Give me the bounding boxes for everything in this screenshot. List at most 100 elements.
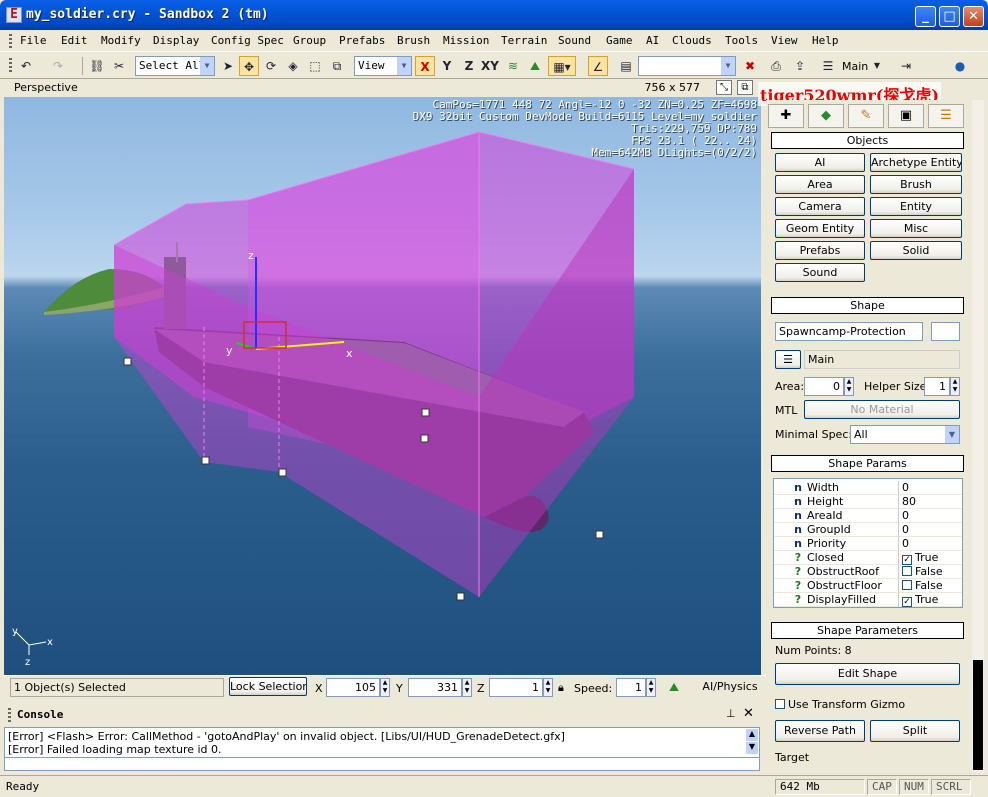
ai-physics-button[interactable]: AI/Physics [698,677,762,696]
split-button[interactable]: Split [870,720,960,742]
close-icon[interactable]: ✕ [743,706,754,721]
menu-ai[interactable]: AI [646,34,659,47]
param-value[interactable]: ✓ True [898,551,962,565]
object-button-geom-entity[interactable]: Geom Entity [775,219,865,238]
export-icon[interactable]: ⇪ [790,56,810,76]
select-terrain-icon[interactable]: ⬚ [305,56,325,76]
param-row-closed[interactable]: ? Closed ✓ True [774,551,962,565]
param-row-areaid[interactable]: n AreaId 0 [774,509,962,523]
param-row-displayfilled[interactable]: ? DisplayFilled ✓ True [774,593,962,607]
param-row-height[interactable]: n Height 80 [774,495,962,509]
menu-game[interactable]: Game [606,34,633,47]
layer-field[interactable]: Main [804,350,960,369]
delete-selection-icon[interactable]: ✖ [740,56,760,76]
shape-color-swatch[interactable] [931,322,960,341]
z-coord-spinner[interactable]: ▲ ▼ [543,678,553,697]
menu-tools[interactable]: Tools [725,34,758,47]
y-coord-input[interactable]: 331 [408,678,462,697]
menu-brush[interactable]: Brush [397,34,430,47]
checkbox[interactable] [902,566,912,576]
checkbox[interactable] [902,580,912,590]
angle-snap-icon[interactable]: ∠ [588,56,608,76]
object-name-combo[interactable]: ▼ [638,56,736,76]
toolbar-grip[interactable] [9,58,12,74]
axis-y-button[interactable]: Y [437,56,457,76]
param-value[interactable]: 80 [898,495,962,509]
param-row-groupid[interactable]: n GroupId 0 [774,523,962,537]
menu-help[interactable]: Help [812,34,839,47]
objects-header[interactable]: Objects [771,132,964,149]
tab-modify-icon[interactable]: ✎ [848,104,884,128]
notes-icon[interactable]: ▤ [616,56,636,76]
y-coord-spinner[interactable]: ▲ ▼ [462,678,472,697]
param-value[interactable]: 0 [898,537,962,551]
shape-header[interactable]: Shape [771,297,964,314]
menu-clouds[interactable]: Clouds [672,34,712,47]
close-button[interactable]: ✕ [963,6,984,27]
viewport-3d[interactable]: z x y y x z CamPos=1771 448 72 Angl=-12 … [4,97,761,675]
object-button-ai[interactable]: AI [775,153,865,172]
minimize-button[interactable]: _ [915,6,936,27]
minimal-spec-select[interactable]: All ▼ [850,425,960,444]
unlink-icon[interactable]: ✂ [109,56,129,76]
axis-xy-button[interactable]: XY [480,56,500,76]
no-material-button[interactable]: No Material [804,400,960,419]
menu-prefabs[interactable]: Prefabs [339,34,385,47]
globe-icon[interactable]: ● [950,56,970,76]
checkbox[interactable]: ✓ [902,597,912,607]
menu-mission[interactable]: Mission [443,34,489,47]
chevron-down-icon[interactable]: ▼ [721,57,735,75]
area-spinner[interactable]: ▲ ▼ [844,377,854,396]
edit-shape-button[interactable]: Edit Shape [775,663,960,685]
z-coord-input[interactable]: 1 [489,678,543,697]
menu-file[interactable]: File [20,34,47,47]
param-row-width[interactable]: n Width 0 [774,481,962,495]
scroll-up-icon[interactable]: ▲ [746,729,758,741]
select-arrow-icon[interactable]: ➤ [218,56,238,76]
layers-icon[interactable]: ☰ [818,56,838,76]
reference-coord-combo[interactable]: View ▼ [354,56,412,76]
axis-x-button[interactable]: X [415,56,435,76]
terrain-snap-icon[interactable]: ⛰ [525,56,545,76]
grid-snap-icon[interactable]: ▦▾ [548,56,576,76]
selection-mask-combo[interactable]: Select All ▼ [135,56,215,76]
reverse-path-button[interactable]: Reverse Path [775,720,865,742]
param-row-priority[interactable]: n Priority 0 [774,537,962,551]
tab-create-icon[interactable]: ✚ [768,104,804,128]
menu-edit[interactable]: Edit [61,34,88,47]
area-input[interactable]: 0 [804,377,844,396]
move-icon[interactable]: ✥ [239,56,259,76]
speed-spinner[interactable]: ▲ ▼ [646,678,656,697]
app-icon[interactable]: E [6,7,22,23]
shape-parameters-header[interactable]: Shape Parameters [771,622,964,639]
x-coord-input[interactable]: 105 [326,678,380,697]
object-button-brush[interactable]: Brush [870,175,962,194]
viewport-options-icon[interactable]: ⤡ [716,80,732,95]
menu-view[interactable]: View [771,34,798,47]
chevron-down-icon[interactable]: ▼ [397,57,411,75]
x-coord-spinner[interactable]: ▲ ▼ [380,678,390,697]
tab-layers-icon[interactable]: ☰ [928,104,964,128]
param-row-obstructroof[interactable]: ? ObstructRoof False [774,565,962,579]
speed-input[interactable]: 1 [616,678,646,697]
tab-terrain-icon[interactable]: ◆ [808,104,844,128]
checkbox[interactable] [775,699,785,709]
use-transform-gizmo-checkbox[interactable]: Use Transform Gizmo [775,698,905,711]
object-button-misc[interactable]: Misc [870,219,962,238]
object-button-archetype-entity[interactable]: Archetype Entity [870,153,962,172]
param-value[interactable]: 0 [898,481,962,495]
object-button-solid[interactable]: Solid [870,241,962,260]
menu-grip[interactable] [9,34,12,48]
game-mode-icon[interactable]: ⇥ [896,56,916,76]
redo-icon[interactable]: ↷ [48,56,68,76]
param-row-obstructfloor[interactable]: ? ObstructFloor False [774,579,962,593]
menu-config-spec[interactable]: Config Spec [211,34,284,47]
checkbox[interactable]: ✓ [902,555,912,565]
snap-icon[interactable]: ⧉ [327,56,347,76]
lock-selection-button[interactable]: Lock Selection [229,677,307,696]
layer-dropdown-icon[interactable]: ▼ [872,56,882,76]
param-value[interactable]: 0 [898,523,962,537]
object-button-sound[interactable]: Sound [775,263,865,282]
link-icon[interactable]: ⛓ [87,56,107,76]
console-grip[interactable] [8,708,11,722]
